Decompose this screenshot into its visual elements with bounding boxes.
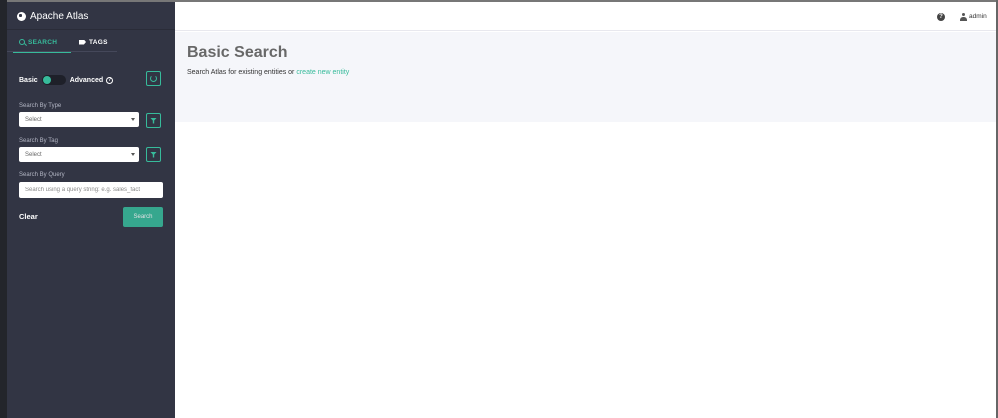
sidebar-tabs: SEARCH TAGS bbox=[7, 32, 175, 53]
query-input[interactable] bbox=[19, 182, 163, 198]
type-filter-button[interactable] bbox=[146, 113, 161, 128]
mode-advanced-label: Advanced bbox=[69, 76, 104, 84]
refresh-icon bbox=[150, 75, 157, 82]
toggle-knob bbox=[42, 76, 51, 84]
chevron-down-icon bbox=[131, 118, 135, 121]
tag-icon bbox=[79, 39, 86, 45]
chevron-down-icon bbox=[131, 153, 135, 156]
user-menu[interactable]: admin bbox=[969, 13, 987, 20]
tag-filter-button[interactable] bbox=[146, 147, 161, 162]
page-subtitle: Search Atlas for existing entities or cr… bbox=[187, 69, 349, 76]
create-entity-link[interactable]: create new entity bbox=[296, 69, 349, 76]
app-title: Apache Atlas bbox=[30, 11, 89, 22]
type-select-value: Select bbox=[25, 116, 42, 123]
app-brand[interactable]: Apache Atlas bbox=[17, 11, 88, 22]
main-content: ? admin Basic Search Search Atlas for ex… bbox=[175, 2, 998, 418]
user-icon[interactable] bbox=[960, 13, 967, 21]
tag-select[interactable]: Select bbox=[19, 147, 139, 162]
brand-divider bbox=[7, 29, 175, 30]
window-left-edge bbox=[0, 0, 7, 418]
search-hero: Basic Search Search Atlas for existing e… bbox=[175, 32, 998, 122]
help-icon[interactable]: ? bbox=[106, 76, 114, 84]
search-by-tag-label: Search By Tag bbox=[19, 138, 58, 144]
search-by-query-label: Search By Query bbox=[19, 172, 65, 178]
sidebar: Apache Atlas SEARCH TAGS Basic Advanced … bbox=[7, 2, 175, 418]
type-select[interactable]: Select bbox=[19, 112, 139, 127]
tab-tags-label: TAGS bbox=[89, 38, 108, 46]
clear-button[interactable]: Clear bbox=[19, 212, 38, 221]
search-mode-toggle-row: Basic Advanced ? bbox=[19, 73, 114, 87]
globe-icon bbox=[17, 12, 26, 21]
top-bar: ? admin bbox=[175, 2, 998, 31]
search-by-type-label: Search By Type bbox=[19, 103, 62, 109]
tabs-underline bbox=[7, 51, 117, 52]
filter-icon bbox=[150, 151, 157, 158]
mode-toggle[interactable] bbox=[41, 75, 66, 85]
app-window: Apache Atlas SEARCH TAGS Basic Advanced … bbox=[0, 0, 998, 418]
tab-search-label: SEARCH bbox=[28, 38, 58, 46]
tab-search[interactable]: SEARCH bbox=[13, 32, 73, 53]
tab-tags[interactable]: TAGS bbox=[79, 32, 129, 52]
mode-basic-label: Basic bbox=[19, 76, 38, 84]
search-icon bbox=[19, 39, 25, 45]
subtitle-text: Search Atlas for existing entities or bbox=[187, 69, 297, 76]
search-button[interactable]: Search bbox=[123, 207, 163, 227]
tag-select-value: Select bbox=[25, 151, 42, 158]
help-icon[interactable]: ? bbox=[937, 13, 945, 21]
page-title: Basic Search bbox=[187, 44, 288, 61]
filter-icon bbox=[150, 117, 157, 124]
refresh-button[interactable] bbox=[146, 71, 161, 86]
